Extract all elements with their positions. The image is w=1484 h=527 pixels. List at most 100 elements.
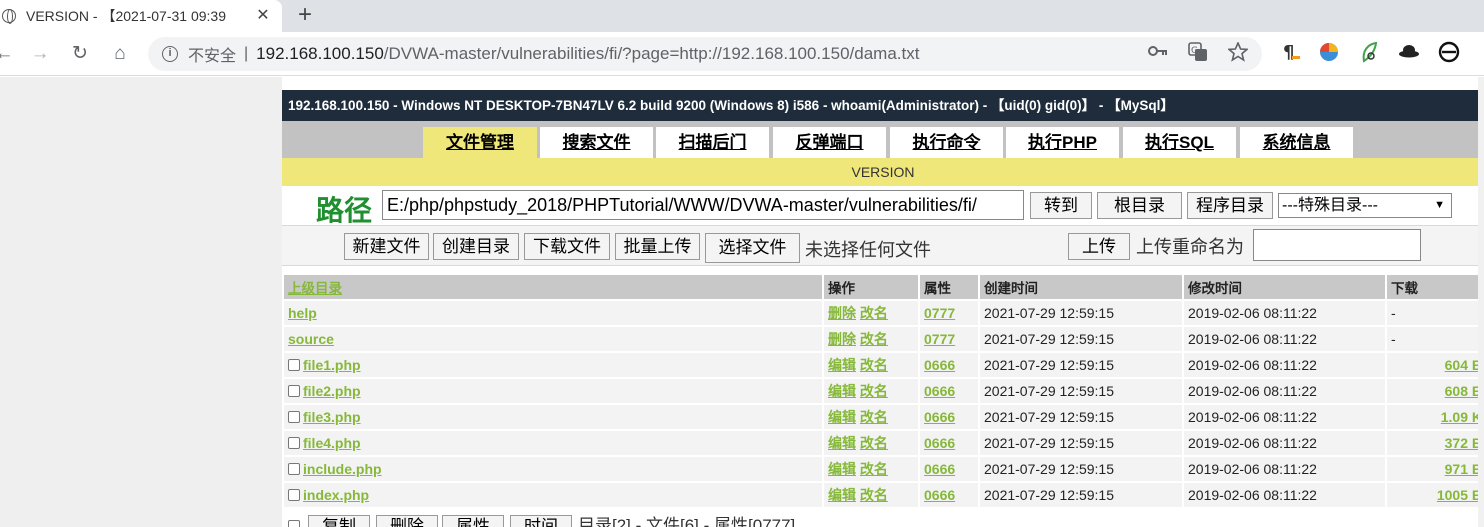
menu-reverse-port[interactable]: 反弹端口 [773,127,886,158]
row-checkbox[interactable] [288,411,300,423]
row-checkbox[interactable] [288,385,300,397]
version-bar: VERSION [282,158,1484,186]
batch-upload-button[interactable]: 批量上传 [615,233,700,260]
program-dir-button[interactable]: 程序目录 [1187,192,1273,219]
edit-link[interactable]: 编辑 [828,487,856,503]
browser-tab[interactable]: VERSION - 【2021-07-31 09:39 ✕ [0,0,282,32]
col-parent-dir[interactable]: 上级目录 [282,273,824,301]
edit-link[interactable]: 编辑 [828,383,856,399]
cell-modified: 2019-02-06 08:11:22 [1182,325,1387,353]
permission-link[interactable]: 0666 [924,357,955,373]
new-file-button[interactable]: 新建文件 [344,233,429,260]
proxy-extension-icon[interactable] [1438,41,1460,63]
edit-link[interactable]: 编辑 [828,357,856,373]
row-checkbox[interactable] [288,437,300,449]
file-link[interactable]: file3.php [303,409,361,425]
no-file-chosen-label: 未选择任何文件 [805,240,931,260]
back-button[interactable]: ← [0,40,18,68]
menu-exec-command[interactable]: 执行命令 [890,127,1003,158]
download-link[interactable]: 604 B [1445,357,1482,373]
address-bar[interactable]: i 不安全 | 192.168.100.150/DVWA-master/vuln… [148,37,1262,71]
permission-link[interactable]: 0666 [924,435,955,451]
create-dir-button[interactable]: 创建目录 [433,233,519,260]
permission-link[interactable]: 0666 [924,409,955,425]
delete-link[interactable]: 删除 [828,305,856,321]
menu-system-info[interactable]: 系统信息 [1240,127,1353,158]
row-checkbox[interactable] [288,489,300,501]
rename-link[interactable]: 改名 [860,487,888,503]
paragraph-extension-icon[interactable]: ¶ [1280,41,1302,63]
menu-exec-php[interactable]: 执行PHP [1006,127,1119,158]
info-icon[interactable]: i [162,46,178,62]
root-dir-button[interactable]: 根目录 [1097,192,1182,219]
cell-download: 1.09 K [1385,403,1484,431]
forward-button[interactable]: → [26,40,54,68]
cell-permissions: 0777 [918,325,980,353]
attr-button[interactable]: 属性 [442,515,504,527]
menu-search-files[interactable]: 搜索文件 [540,127,653,158]
dir-link[interactable]: source [288,331,334,347]
menu-file-manager[interactable]: 文件管理 [423,127,537,158]
permission-link[interactable]: 0666 [924,487,955,503]
rename-link[interactable]: 改名 [860,357,888,373]
dir-link[interactable]: help [288,305,317,321]
edit-link[interactable]: 编辑 [828,409,856,425]
rename-link[interactable]: 改名 [860,409,888,425]
special-dir-select[interactable]: ---特殊目录--- ▼ [1278,193,1452,218]
key-icon[interactable] [1148,44,1168,58]
reload-button[interactable]: ↻ [66,40,94,68]
close-tab-icon[interactable]: ✕ [253,6,273,26]
time-button[interactable]: 时间 [510,515,572,527]
rename-link[interactable]: 改名 [860,435,888,451]
row-checkbox[interactable] [288,463,300,475]
download-link[interactable]: 608 B [1445,383,1482,399]
upload-rename-input[interactable] [1253,229,1421,261]
file-link[interactable]: include.php [303,461,382,477]
rename-link[interactable]: 改名 [860,383,888,399]
parent-dir-link[interactable]: 上级目录 [288,281,342,296]
bookmark-star-icon[interactable] [1228,42,1248,62]
new-tab-button[interactable]: + [298,1,312,29]
file-link[interactable]: file1.php [303,357,361,373]
permission-link[interactable]: 0666 [924,383,955,399]
download-link[interactable]: 1.09 K [1441,409,1482,425]
browser-tab-strip: VERSION - 【2021-07-31 09:39 ✕ + [0,0,1484,32]
edit-link[interactable]: 编辑 [828,435,856,451]
choose-file-button[interactable]: 选择文件 [705,233,800,263]
permission-link[interactable]: 0666 [924,461,955,477]
menu-scan-backdoor[interactable]: 扫描后门 [656,127,769,158]
goto-button[interactable]: 转到 [1030,192,1092,219]
rename-link[interactable]: 改名 [860,305,888,321]
page-scrollbar[interactable] [1478,77,1484,527]
permission-link[interactable]: 0777 [924,305,955,321]
download-link[interactable]: 971 B [1445,461,1482,477]
row-checkbox[interactable] [288,359,300,371]
home-button[interactable]: ⌂ [106,40,134,68]
delete-button[interactable]: 删除 [376,515,438,527]
select-all-checkbox[interactable] [288,520,300,527]
leaf-extension-icon[interactable] [1358,41,1380,63]
permission-link[interactable]: 0777 [924,331,955,347]
hat-extension-icon[interactable] [1398,41,1420,63]
download-link[interactable]: 372 B [1445,435,1482,451]
cell-permissions: 0666 [918,377,980,405]
download-link[interactable]: 1005 B [1437,487,1482,503]
download-file-button[interactable]: 下载文件 [524,233,610,260]
edit-link[interactable]: 编辑 [828,461,856,477]
translate-icon[interactable]: G [1188,42,1208,62]
rename-link[interactable]: 改名 [860,461,888,477]
path-input[interactable]: E:/php/phpstudy_2018/PHPTutorial/WWW/DVW… [382,190,1024,220]
file-link[interactable]: index.php [303,487,369,503]
upload-button[interactable]: 上传 [1068,233,1130,260]
dropdown-arrow-icon: ▼ [1434,199,1445,211]
copy-button[interactable]: 复制 [308,515,370,527]
url-text[interactable]: 192.168.100.150/DVWA-master/vulnerabilit… [256,44,919,64]
file-link[interactable]: file4.php [303,435,361,451]
menu-exec-sql[interactable]: 执行SQL [1123,127,1236,158]
file-link[interactable]: file2.php [303,383,361,399]
rename-link[interactable]: 改名 [860,331,888,347]
cell-download: 1005 B [1385,481,1484,509]
delete-link[interactable]: 删除 [828,331,856,347]
cell-name: file3.php [282,403,824,431]
colorful-extension-icon[interactable] [1318,41,1340,63]
